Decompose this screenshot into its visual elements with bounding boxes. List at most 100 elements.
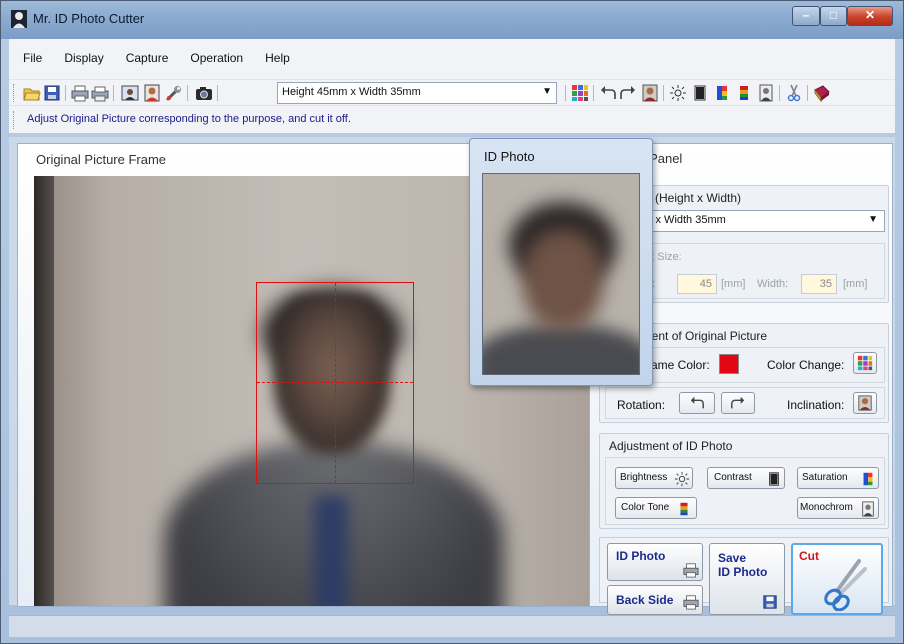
toolbar-grip[interactable]: [13, 84, 16, 102]
picture-icon[interactable]: [121, 84, 139, 102]
color-change-label: Color Change:: [767, 358, 845, 372]
print-id-photo-button[interactable]: ID Photo: [607, 543, 703, 581]
color-tone-icon[interactable]: [735, 84, 753, 102]
frame-color-label: ame Color:: [651, 358, 710, 372]
camera-icon[interactable]: [195, 84, 213, 102]
toolbar-separator: [663, 85, 664, 101]
toolbar-separator: [807, 85, 808, 101]
app-person-icon: [11, 10, 27, 28]
close-icon: ✕: [864, 8, 876, 22]
toolbar-separator: [65, 85, 66, 101]
chevron-down-icon: ▼: [868, 214, 878, 225]
minimize-icon: –: [802, 8, 810, 22]
rotate-left-button[interactable]: [679, 392, 715, 414]
rotate-right-button[interactable]: [721, 392, 755, 414]
adjust-original-label: nent of Original Picture: [645, 329, 768, 343]
color-grid-icon[interactable]: [571, 84, 589, 102]
crop-frame-vertical-guide: [335, 283, 336, 483]
brightness-icon[interactable]: [669, 84, 687, 102]
contrast-button[interactable]: Contrast: [707, 467, 785, 489]
title-bar[interactable]: Mr. ID Photo Cutter – □ ✕: [1, 1, 903, 39]
menu-operation[interactable]: Operation: [190, 51, 243, 67]
photo-size-select[interactable]: Height 45mm x Width 35mm ▼: [277, 82, 557, 104]
inclination-icon[interactable]: [641, 84, 659, 102]
crop-frame-horizontal-guide: [257, 382, 413, 383]
save-id-photo-label-1: Save: [718, 551, 747, 565]
saturation-button[interactable]: Saturation: [797, 467, 879, 489]
print-back-side-label: Back Side: [616, 593, 674, 607]
menu-file[interactable]: File: [23, 51, 42, 67]
toolbar-separator: [113, 85, 114, 101]
color-tone-button[interactable]: Color Tone: [615, 497, 697, 519]
book-icon[interactable]: [813, 84, 831, 102]
saturation-icon[interactable]: [713, 84, 731, 102]
rotate-left-icon[interactable]: [599, 84, 617, 102]
toolbar-separator: [593, 85, 594, 101]
save-icon[interactable]: [43, 84, 61, 102]
infobar-grip: [13, 111, 16, 129]
instruction-text: Adjust Original Picture corresponding to…: [27, 113, 351, 125]
menu-capture[interactable]: Capture: [126, 51, 169, 67]
save-icon: [763, 595, 777, 609]
frame-color-swatch[interactable]: [719, 354, 739, 374]
print-preview-icon[interactable]: [91, 84, 109, 102]
open-icon[interactable]: [23, 84, 41, 102]
person-icon[interactable]: [143, 84, 161, 102]
saturation-button-label: Saturation: [802, 472, 848, 483]
menu-help[interactable]: Help: [265, 51, 290, 67]
inclination-icon: [858, 395, 872, 411]
instruction-bar: Adjust Original Picture corresponding to…: [9, 105, 895, 133]
toolbar: Height 45mm x Width 35mm ▼: [9, 79, 895, 105]
contrast-button-label: Contrast: [714, 472, 752, 483]
height-unit: [mm]: [721, 278, 746, 290]
size-select-panel[interactable]: 5mm x Width 35mm ▼: [623, 210, 885, 232]
inclination-label: Inclination:: [787, 398, 845, 412]
save-id-photo-label-2: ID Photo: [718, 565, 768, 579]
cut-button[interactable]: Cut: [791, 543, 883, 615]
cut-button-label: Cut: [799, 549, 819, 563]
monochrome-icon[interactable]: [757, 84, 775, 102]
photo-subject-tie: [314, 496, 348, 606]
print-icon[interactable]: [71, 84, 89, 102]
monochrome-button[interactable]: Monochrom: [797, 497, 879, 519]
inclination-button[interactable]: [853, 392, 877, 414]
close-button[interactable]: ✕: [847, 6, 893, 26]
toolbar-separator: [217, 85, 218, 101]
menu-bar: File Display Capture Operation Help: [9, 39, 895, 79]
saturation-icon: [863, 472, 873, 486]
chevron-down-icon: ▼: [542, 86, 552, 97]
brightness-button-label: Brightness: [620, 472, 668, 483]
save-id-photo-button[interactable]: Save ID Photo: [709, 543, 785, 615]
toolbar-separator: [779, 85, 780, 101]
scissors-icon[interactable]: [785, 84, 803, 102]
color-tone-button-label: Color Tone: [621, 502, 670, 513]
monochrome-icon: [862, 501, 874, 517]
minimize-button[interactable]: –: [792, 6, 820, 26]
preview-subject-body: [483, 324, 639, 374]
contrast-icon: [769, 472, 779, 486]
color-change-button[interactable]: [853, 352, 877, 374]
color-tone-icon: [680, 502, 688, 516]
rotate-right-icon[interactable]: [619, 84, 637, 102]
original-picture-frame-title: Original Picture Frame: [36, 152, 167, 167]
print-back-side-button[interactable]: Back Side: [607, 585, 703, 615]
rotate-left-icon: [690, 396, 704, 409]
preview-subject-face: [523, 230, 603, 330]
maximize-icon: □: [829, 8, 838, 22]
menu-display[interactable]: Display: [64, 51, 103, 67]
id-photo-preview-title: ID Photo: [484, 149, 535, 164]
size-group-label: e (Height x Width): [645, 191, 742, 205]
photo-size-select-value: Height 45mm x Width 35mm: [282, 86, 421, 98]
window-title: Mr. ID Photo Cutter: [33, 11, 145, 26]
brightness-icon: [674, 471, 690, 487]
crop-frame[interactable]: [256, 282, 414, 484]
id-photo-preview-popup[interactable]: ID Photo: [469, 138, 653, 386]
print-icon: [683, 563, 699, 578]
wrench-icon[interactable]: [165, 84, 183, 102]
width-input[interactable]: 35: [801, 274, 837, 294]
maximize-button[interactable]: □: [820, 6, 847, 26]
brightness-button[interactable]: Brightness: [615, 467, 693, 489]
contrast-icon[interactable]: [691, 84, 709, 102]
photo-background-door: [34, 176, 56, 606]
height-input[interactable]: 45: [677, 274, 717, 294]
